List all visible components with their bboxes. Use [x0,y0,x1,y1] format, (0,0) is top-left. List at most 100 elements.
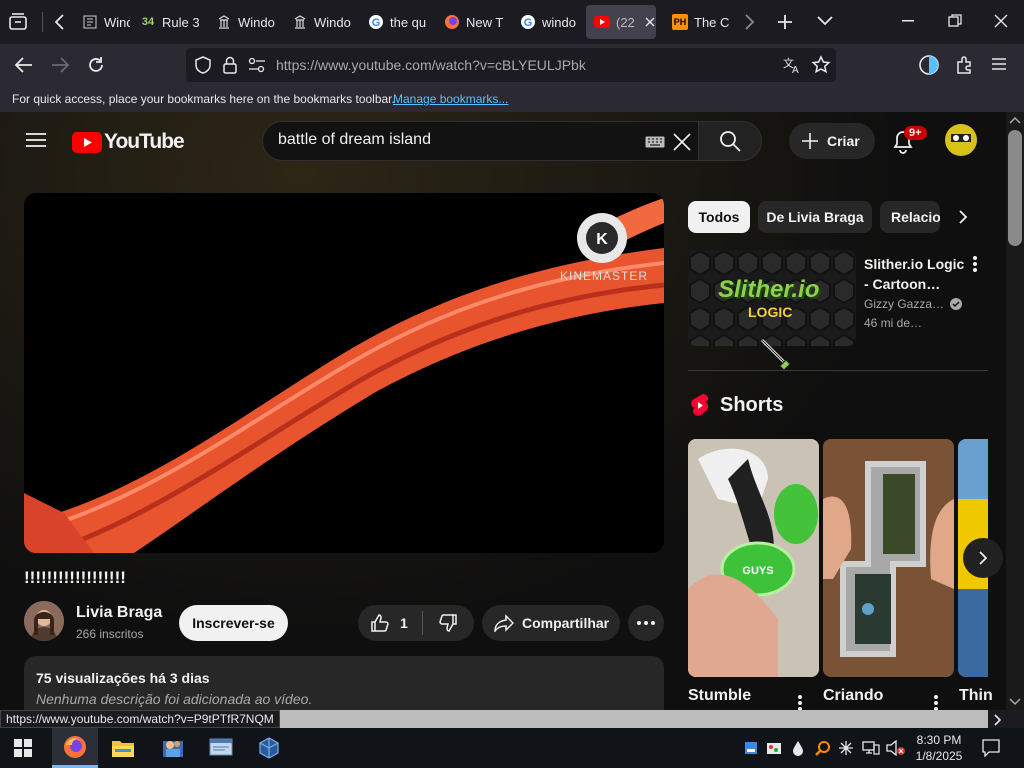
search-input[interactable] [278,131,628,149]
like-button[interactable]: 1 [358,605,422,641]
tray-app-icon[interactable] [744,741,758,755]
chips-next-button[interactable] [940,197,986,237]
keyboard-icon[interactable] [645,136,665,148]
list-all-tabs-icon[interactable] [816,15,834,27]
channel-avatar[interactable] [24,601,64,641]
lock-icon[interactable] [222,56,238,74]
chip-from-channel[interactable]: De Livia Braga [758,201,872,233]
share-button[interactable]: Compartilhar [482,605,620,641]
start-button[interactable] [0,728,46,768]
recommended-title[interactable]: Slither.io Logic - Cartoon… [864,254,964,294]
close-tab-icon[interactable] [645,17,655,27]
video-player[interactable]: K KINEMASTER [24,193,664,553]
thumb-subtitle-text: LOGIC [748,304,793,320]
app-menu-icon[interactable] [991,57,1007,71]
description-box[interactable]: 75 visualizações há 3 dias Nenhuma descr… [24,656,664,710]
scroll-tabs-left-icon[interactable] [52,13,68,31]
scrollbar-thumb[interactable] [1008,130,1022,246]
vertical-scrollbar[interactable] [1006,112,1024,710]
shorts-logo-icon [690,393,710,417]
tab-youtube-active[interactable]: (22 [586,5,656,39]
tray-snowflake-icon[interactable] [838,740,854,756]
tab-google-1[interactable]: G the qu [360,5,434,39]
close-window-icon[interactable] [994,14,1008,28]
scroll-down-icon[interactable] [1009,698,1021,706]
scroll-tabs-right-icon[interactable] [741,13,757,31]
notification-center-icon[interactable] [982,739,1000,757]
tab-windows-1[interactable]: Windo [74,5,130,39]
extensions-icon[interactable] [955,55,975,75]
search-button[interactable] [698,121,762,161]
tab-windows-3[interactable]: Windo [284,5,358,39]
subscribe-button[interactable]: Inscrever-se [179,605,288,641]
short-1-more-icon[interactable] [797,694,803,710]
youtube-logo[interactable]: YouTube [72,130,185,154]
taskbar-virtualbox[interactable] [246,728,292,768]
scroll-up-icon[interactable] [1009,116,1021,124]
tray-drop-icon[interactable] [792,740,804,756]
svg-text:G: G [372,17,381,29]
short-2-more-icon[interactable] [933,694,939,710]
recommended-title-line1: Slither.io Logic [864,256,965,272]
window-app-icon [209,738,233,756]
page-permissions-icon[interactable] [248,57,266,73]
create-button[interactable]: Criar [789,123,875,159]
like-count: 1 [400,615,408,631]
tray-search-icon[interactable] [815,740,831,756]
plus-icon [802,133,818,149]
url-bar[interactable]: https://www.youtube.com/watch?v=cBLYEULJ… [186,48,836,82]
short-title-3[interactable]: Thin [959,687,1006,705]
tab-ph[interactable]: PH The C [664,5,734,39]
forward-icon[interactable] [50,55,70,75]
channel-name[interactable]: Livia Braga [76,604,162,622]
taskbar-firefox[interactable] [52,728,98,768]
reload-icon[interactable] [86,55,106,75]
volume-muted-icon[interactable] [886,740,906,756]
more-actions-button[interactable] [628,605,664,641]
tray-paint-icon[interactable] [766,740,782,756]
short-title-1[interactable]: Stumble [688,687,751,705]
tab-label: The C [694,14,730,30]
translate-icon[interactable]: 文A [782,56,802,74]
recommended-more-icon[interactable] [972,255,978,273]
short-card-1[interactable]: GUYS [688,439,819,677]
tracking-protection-shield-icon[interactable] [194,56,212,74]
tab-rule34[interactable]: 34 Rule 3 [132,5,206,39]
bookmark-star-icon[interactable] [811,55,831,75]
chip-related[interactable]: Relacio [880,201,940,233]
firefox-icon [444,14,460,30]
new-tab-icon[interactable] [776,13,794,31]
youtube-page: YouTube Criar 9+ K KINEMASTE [0,112,1006,710]
tab-google-2[interactable]: G windo [512,5,584,39]
search-box[interactable] [262,121,698,161]
short-card-2[interactable] [823,439,954,677]
recommended-thumbnail[interactable]: Slither.io LOGIC [688,250,856,346]
cursor-icon [760,338,794,372]
recommended-channel[interactable]: Gizzy Gazza… [864,297,963,311]
shorts-next-button[interactable] [963,538,1003,578]
channel-avatar-photo-icon [24,601,64,641]
tab-list-icon[interactable] [8,12,30,32]
chip-all[interactable]: Todos [688,201,750,233]
manage-bookmarks-link[interactable]: Manage bookmarks... [393,92,508,106]
tab-windows-2[interactable]: Windo [208,5,282,39]
taskbar-app-4[interactable] [198,728,244,768]
short-title-2[interactable]: Criando [823,687,883,705]
dislike-button[interactable] [423,605,473,641]
taskbar-app-3[interactable] [150,728,196,768]
clear-search-icon[interactable] [673,133,691,151]
clock[interactable]: 8:30 PM 1/8/2025 [912,732,966,764]
url-text[interactable]: https://www.youtube.com/watch?v=cBLYEULJ… [276,57,586,73]
windows-taskbar: 8:30 PM 1/8/2025 [0,728,1024,768]
network-icon[interactable] [862,740,880,756]
minimize-icon[interactable] [902,20,916,22]
svg-text:A: A [792,65,799,74]
tab-new-tab[interactable]: New T [436,5,510,39]
restore-icon[interactable] [948,14,962,28]
guide-menu-icon[interactable] [26,132,46,148]
scroll-right-icon[interactable] [994,714,1002,726]
user-avatar[interactable] [945,124,977,156]
back-icon[interactable] [14,55,34,75]
taskbar-file-explorer[interactable] [100,728,146,768]
firefox-account-icon[interactable] [918,54,940,76]
